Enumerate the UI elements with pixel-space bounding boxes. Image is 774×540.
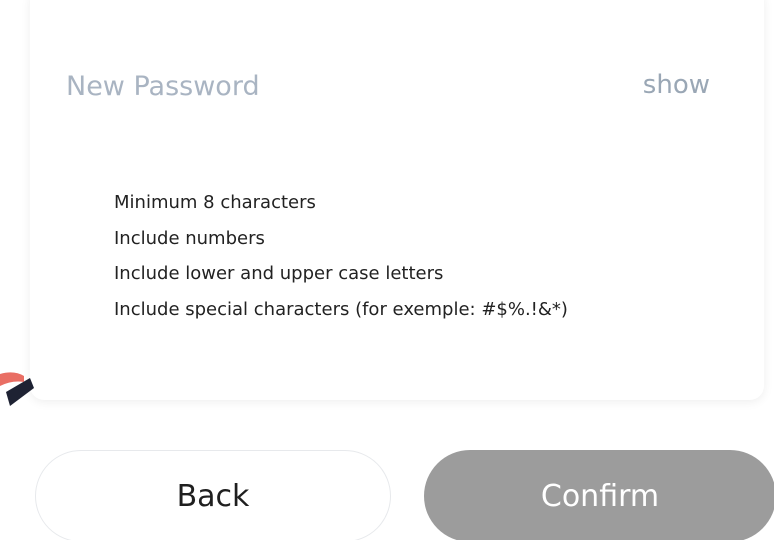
requirement-special-chars: Include special characters (for exemple:… — [114, 298, 568, 320]
back-button[interactable]: Back — [35, 450, 391, 540]
requirement-letter-case: Include lower and upper case letters — [114, 263, 444, 284]
new-password-input[interactable] — [66, 66, 586, 106]
confirm-button[interactable]: Confirm — [424, 450, 774, 540]
set-password-screen: show Minimum 8 characters Include number… — [0, 0, 774, 540]
requirement-min-length: Minimum 8 characters — [114, 192, 316, 213]
new-password-row: show — [66, 66, 710, 106]
requirement-numbers: Include numbers — [114, 227, 265, 249]
show-password-toggle[interactable]: show — [643, 70, 710, 100]
partial-decoration-icon — [0, 372, 34, 406]
password-requirements-list: Minimum 8 characters Include numbers Inc… — [114, 185, 568, 327]
password-card: show Minimum 8 characters Include number… — [30, 0, 764, 400]
